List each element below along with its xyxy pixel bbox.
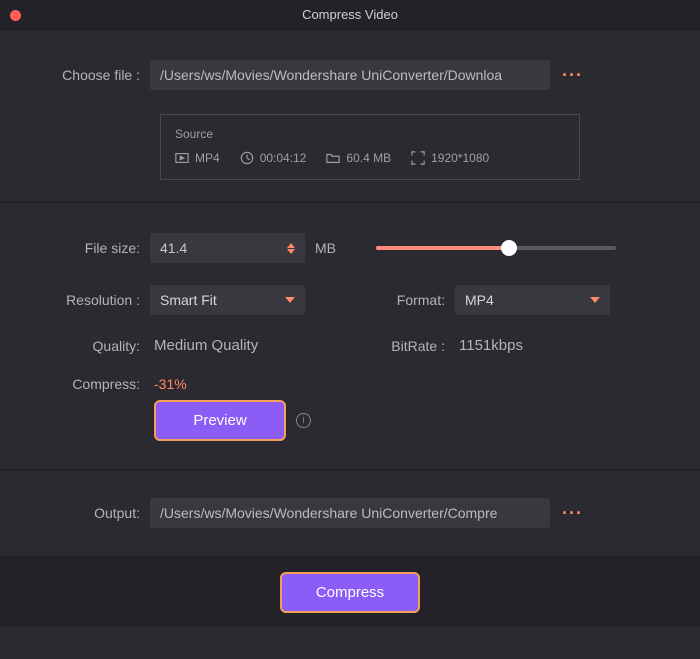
video-format-icon <box>175 151 189 165</box>
output-input[interactable]: /Users/ws/Movies/Wondershare UniConverte… <box>150 498 550 528</box>
choose-file-label: Choose file : <box>40 67 150 83</box>
compress-button[interactable]: Compress <box>280 572 420 613</box>
source-format: MP4 <box>195 151 220 165</box>
compress-label: Compress: <box>40 376 150 392</box>
output-label: Output: <box>40 505 150 521</box>
choose-file-section: Choose file : /Users/ws/Movies/Wondersha… <box>0 30 700 203</box>
stepper-down-icon[interactable] <box>287 249 295 254</box>
footer: Compress <box>0 557 700 627</box>
slider-thumb[interactable] <box>501 240 517 256</box>
resolution-icon <box>411 151 425 165</box>
source-duration: 00:04:12 <box>260 151 307 165</box>
close-button[interactable] <box>10 10 21 21</box>
bitrate-value: 1151kbps <box>455 337 523 354</box>
output-section: Output: /Users/ws/Movies/Wondershare Uni… <box>0 470 700 557</box>
format-label: Format: <box>375 292 455 308</box>
resolution-value: Smart Fit <box>160 292 217 308</box>
format-select[interactable]: MP4 <box>455 285 610 315</box>
resolution-label: Resolution : <box>40 292 150 308</box>
choose-file-browse-button[interactable]: ··· <box>562 70 583 80</box>
filesize-value: 41.4 <box>160 240 187 256</box>
resolution-select[interactable]: Smart Fit <box>150 285 305 315</box>
titlebar: Compress Video <box>0 0 700 30</box>
compress-value: -31% <box>150 376 187 392</box>
chevron-down-icon <box>285 297 295 303</box>
filesize-input[interactable]: 41.4 <box>150 233 305 263</box>
folder-icon <box>326 151 340 165</box>
settings-section: File size: 41.4 MB Resolution : Smart Fi… <box>0 203 700 470</box>
quality-label: Quality: <box>40 338 150 354</box>
stepper-up-icon[interactable] <box>287 243 295 248</box>
window-title: Compress Video <box>302 7 398 22</box>
filesize-label: File size: <box>40 240 150 256</box>
format-value: MP4 <box>465 292 494 308</box>
source-resolution: 1920*1080 <box>431 151 489 165</box>
bitrate-label: BitRate : <box>375 338 455 354</box>
info-icon[interactable]: i <box>296 413 311 428</box>
choose-file-input[interactable]: /Users/ws/Movies/Wondershare UniConverte… <box>150 60 550 90</box>
source-title: Source <box>175 127 565 141</box>
source-info-box: Source MP4 00:04:12 60.4 MB 1920*1080 <box>160 114 580 180</box>
output-browse-button[interactable]: ··· <box>562 508 583 518</box>
chevron-down-icon <box>590 297 600 303</box>
filesize-slider[interactable] <box>376 246 616 250</box>
preview-button[interactable]: Preview <box>154 400 286 441</box>
source-size: 60.4 MB <box>346 151 391 165</box>
quality-value: Medium Quality <box>150 337 305 354</box>
clock-icon <box>240 151 254 165</box>
slider-fill <box>376 246 508 250</box>
filesize-unit: MB <box>315 240 336 256</box>
filesize-stepper[interactable] <box>287 243 295 254</box>
